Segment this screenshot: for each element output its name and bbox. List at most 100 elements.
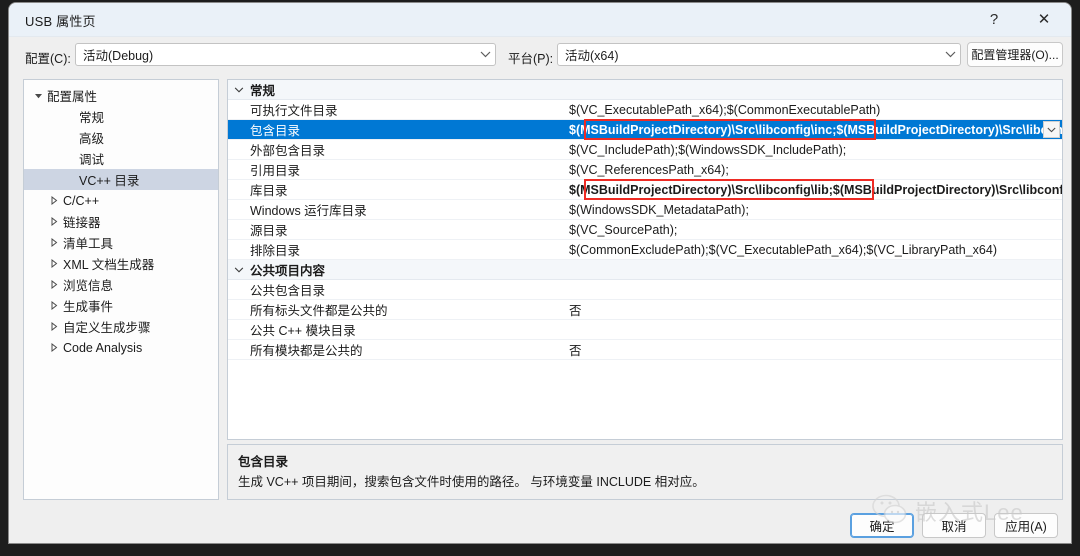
property-name: 公共 C++ 模块目录 <box>250 324 356 338</box>
cancel-button[interactable]: 取消 <box>922 513 986 538</box>
property-name: 可执行文件目录 <box>250 104 338 118</box>
chevron-down-icon <box>940 51 960 58</box>
sidebar-item-8[interactable]: XML 文档生成器 <box>24 253 218 274</box>
property-value[interactable]: $(WindowsSDK_MetadataPath); <box>566 203 1062 217</box>
configuration-bar: 配置(C): 活动(Debug) 平台(P): 活动(x64) 配置管理器(O)… <box>9 36 1071 74</box>
sidebar-item-4[interactable]: VC++ 目录 <box>24 169 218 190</box>
chevron-down-icon[interactable] <box>228 266 250 273</box>
triangle-right-icon[interactable] <box>46 343 62 352</box>
sidebar-item-9[interactable]: 浏览信息 <box>24 274 218 295</box>
property-name: 包含目录 <box>250 124 301 138</box>
property-row[interactable]: 所有模块都是公共的 否 <box>228 340 1062 360</box>
property-name: 外部包含目录 <box>250 144 326 158</box>
triangle-right-icon[interactable] <box>46 259 62 268</box>
sidebar-item-label: Code Analysis <box>63 340 143 355</box>
property-value[interactable]: $(VC_SourcePath); <box>566 223 1062 237</box>
triangle-right-icon[interactable] <box>46 301 62 310</box>
property-name: 库目录 <box>250 184 288 198</box>
ok-button[interactable]: 确定 <box>850 513 914 538</box>
property-name: 排除目录 <box>250 244 301 258</box>
property-row[interactable]: 排除目录 $(CommonExcludePath);$(VC_Executable… <box>228 240 1062 260</box>
property-row[interactable]: 源目录 $(VC_SourcePath); <box>228 220 1062 240</box>
property-category-label: 常规 <box>250 84 276 98</box>
window-title: USB 属性页 <box>25 14 96 29</box>
property-category-label: 公共项目内容 <box>250 264 326 278</box>
property-row[interactable]: 引用目录 $(VC_ReferencesPath_x64); <box>228 160 1062 180</box>
sidebar-item-12[interactable]: Code Analysis <box>24 337 218 358</box>
sidebar-item-10[interactable]: 生成事件 <box>24 295 218 316</box>
property-value[interactable]: 否 <box>566 340 1062 359</box>
apply-button[interactable]: 应用(A) <box>994 513 1058 538</box>
property-value[interactable]: $(VC_ExecutablePath_x64);$(CommonExecuta… <box>566 103 1062 117</box>
close-glyph: ✕ <box>1037 11 1051 28</box>
close-icon[interactable]: ✕ <box>1023 3 1065 35</box>
chevron-down-icon[interactable] <box>228 86 250 93</box>
property-name: Windows 运行库目录 <box>250 204 367 218</box>
sidebar-item-label: VC++ 目录 <box>79 174 140 188</box>
sidebar-item-label: 高级 <box>79 132 105 146</box>
property-name: 所有标头文件都是公共的 <box>250 304 388 318</box>
sidebar-item-5[interactable]: C/C++ <box>24 190 218 211</box>
configuration-manager-button[interactable]: 配置管理器(O)... <box>967 42 1063 67</box>
property-row[interactable]: 包含目录 $(MSBuildProjectDirectory)\Src\libco… <box>228 120 1062 140</box>
property-name: 公共包含目录 <box>250 284 326 298</box>
property-value[interactable]: $(VC_ReferencesPath_x64); <box>566 163 1062 177</box>
property-row[interactable]: Windows 运行库目录 $(WindowsSDK_MetadataPath); <box>228 200 1062 220</box>
platform-value: 活动(x64) <box>565 49 619 63</box>
sidebar-item-label: 常规 <box>79 111 105 125</box>
configuration-label: 配置(C): <box>25 52 71 66</box>
property-value[interactable]: $(MSBuildProjectDirectory)\Src\libconfig… <box>566 123 1062 137</box>
sidebar-item-1[interactable]: 常规 <box>24 106 218 127</box>
description-title: 包含目录 <box>238 455 289 469</box>
sidebar-item-11[interactable]: 自定义生成步骤 <box>24 316 218 337</box>
configuration-dropdown[interactable]: 活动(Debug) <box>75 43 496 66</box>
sidebar-item-label: 配置属性 <box>47 90 98 104</box>
property-name: 所有模块都是公共的 <box>250 344 363 358</box>
property-row[interactable]: 外部包含目录 $(VC_IncludePath);$(WindowsSDK_Inc… <box>228 140 1062 160</box>
sidebar-item-0[interactable]: 配置属性 <box>24 85 218 106</box>
title-bar: USB 属性页 ? ✕ <box>9 3 1071 37</box>
property-row[interactable]: 库目录 $(MSBuildProjectDirectory)\Src\libcon… <box>228 180 1062 200</box>
property-grid[interactable]: 常规可执行文件目录 $(VC_ExecutablePath_x64);$(Comm… <box>227 79 1063 440</box>
sidebar-item-label: 链接器 <box>63 216 101 230</box>
value-editor-chevron-down-icon[interactable] <box>1043 121 1060 138</box>
property-row[interactable]: 公共包含目录 <box>228 280 1062 300</box>
property-tree[interactable]: 配置属性常规高级调试 VC++ 目录 C/C++ 链接器清单工具 XML 文档生成器 浏览… <box>23 79 219 500</box>
triangle-right-icon[interactable] <box>46 196 62 205</box>
sidebar-item-2[interactable]: 高级 <box>24 127 218 148</box>
triangle-down-icon[interactable] <box>30 92 46 100</box>
platform-label: 平台(P): <box>508 52 554 66</box>
sidebar-item-label: 调试 <box>79 153 105 167</box>
description-text: 生成 VC++ 项目期间，搜索包含文件时使用的路径。 与环境变量 INCLUDE… <box>238 475 705 489</box>
property-value[interactable]: $(VC_IncludePath);$(WindowsSDK_IncludePa… <box>566 143 1062 157</box>
property-category-row[interactable]: 公共项目内容 <box>228 260 1062 280</box>
property-value[interactable]: 否 <box>566 300 1062 319</box>
property-name: 源目录 <box>250 224 288 238</box>
description-pane: 包含目录 生成 VC++ 项目期间，搜索包含文件时使用的路径。 与环境变量 IN… <box>227 444 1063 500</box>
sidebar-item-3[interactable]: 调试 <box>24 148 218 169</box>
sidebar-item-6[interactable]: 链接器 <box>24 211 218 232</box>
triangle-right-icon[interactable] <box>46 322 62 331</box>
property-row[interactable]: 可执行文件目录 $(VC_ExecutablePath_x64);$(Common… <box>228 100 1062 120</box>
property-value[interactable]: $(MSBuildProjectDirectory)\Src\libconfig… <box>566 183 1062 197</box>
help-glyph: ? <box>989 10 999 28</box>
property-pages-dialog: USB 属性页 ? ✕ 配置(C): 活动(Debug) 平台(P): 活动(x… <box>8 2 1072 544</box>
sidebar-item-label: XML 文档生成器 <box>63 258 155 272</box>
property-value[interactable]: $(CommonExcludePath);$(VC_ExecutablePath… <box>566 243 1062 257</box>
property-row[interactable]: 公共 C++ 模块目录 <box>228 320 1062 340</box>
chevron-down-icon <box>475 51 495 58</box>
triangle-right-icon[interactable] <box>46 238 62 247</box>
sidebar-item-label: 自定义生成步骤 <box>63 321 151 335</box>
property-row[interactable]: 所有标头文件都是公共的 否 <box>228 300 1062 320</box>
sidebar-item-label: 浏览信息 <box>63 279 114 293</box>
configuration-value: 活动(Debug) <box>83 49 154 63</box>
triangle-right-icon[interactable] <box>46 217 62 226</box>
help-icon[interactable]: ? <box>973 3 1015 35</box>
platform-dropdown[interactable]: 活动(x64) <box>557 43 961 66</box>
sidebar-item-label: C/C++ <box>63 193 100 208</box>
sidebar-item-7[interactable]: 清单工具 <box>24 232 218 253</box>
triangle-right-icon[interactable] <box>46 280 62 289</box>
property-category-row[interactable]: 常规 <box>228 80 1062 100</box>
property-name: 引用目录 <box>250 164 301 178</box>
sidebar-item-label: 清单工具 <box>63 237 114 251</box>
